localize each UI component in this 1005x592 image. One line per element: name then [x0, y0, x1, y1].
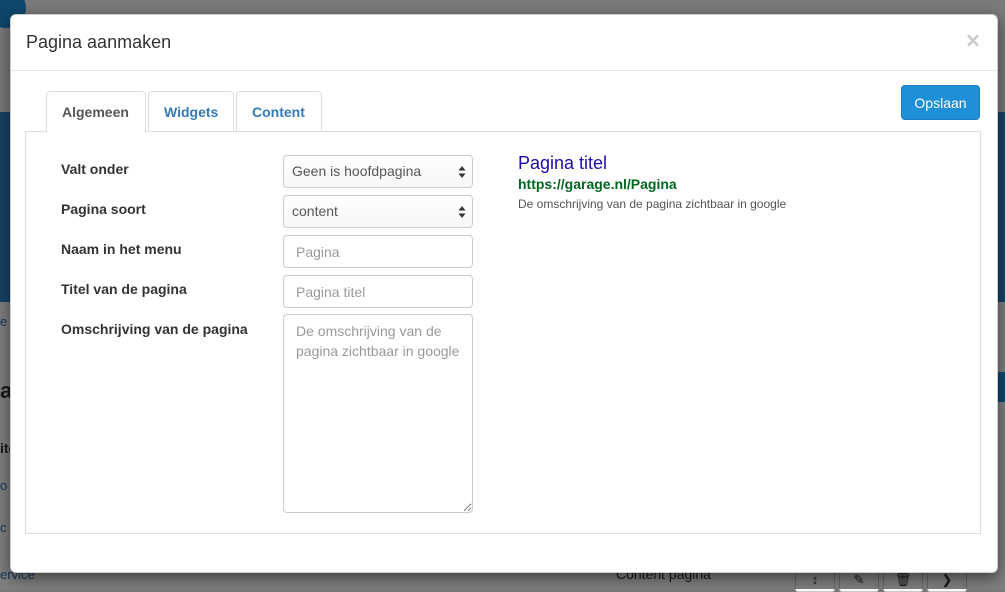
tab-content[interactable]: Content	[236, 91, 322, 132]
tab-algemeen[interactable]: Algemeen	[46, 91, 146, 133]
modal-header: Pagina aanmaken ×	[11, 15, 997, 71]
modal-title: Pagina aanmaken	[26, 32, 172, 52]
close-button[interactable]: ×	[963, 29, 983, 51]
tab-panel-algemeen	[25, 131, 981, 534]
create-page-modal: Pagina aanmaken × Algemeen Widgets Conte…	[10, 14, 998, 573]
tab-widgets[interactable]: Widgets	[148, 91, 234, 132]
tab-bar: Algemeen Widgets Content	[46, 91, 324, 133]
save-button[interactable]: Opslaan	[901, 85, 980, 120]
